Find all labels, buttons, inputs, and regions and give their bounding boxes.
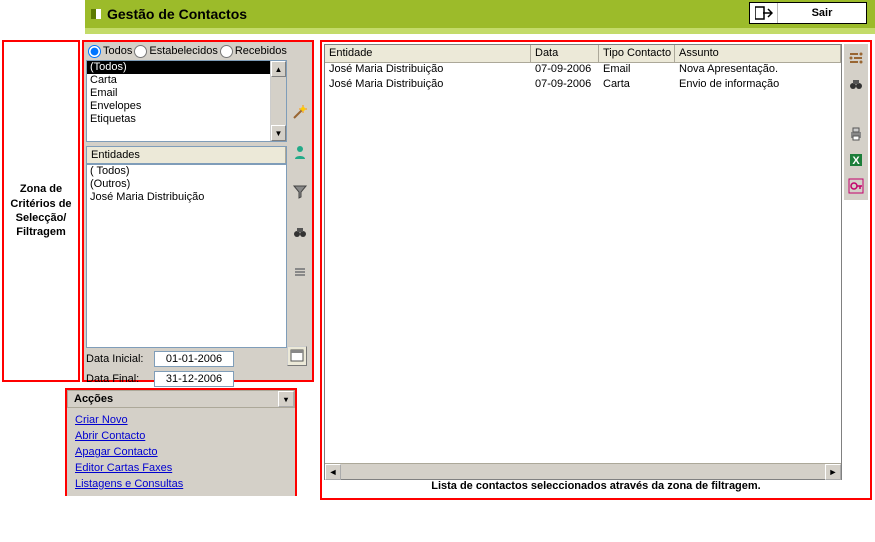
annotation-results-caption: Lista de contactos seleccionados através… [322, 480, 870, 496]
annotation-filter-zone: Zona de Critérios de Selecção/ Filtragem [2, 40, 80, 382]
table-row[interactable]: José Maria Distribuição 07-09-2006 Carta… [325, 78, 841, 93]
radio-todos[interactable]: Todos [88, 45, 132, 58]
date-initial-row: Data Inicial: [86, 350, 287, 368]
scroll-left-icon[interactable]: ◄ [325, 464, 341, 480]
tipos-listbox[interactable]: (Todos) Carta Email Envelopes Etiquetas … [86, 60, 287, 142]
print-icon[interactable] [846, 124, 866, 144]
calendar-icon [290, 348, 304, 365]
action-apagar-contacto[interactable]: Apagar Contacto [75, 444, 287, 460]
col-data[interactable]: Data [531, 45, 599, 62]
action-criar-novo[interactable]: Criar Novo [75, 412, 287, 428]
list-item[interactable]: Envelopes [87, 100, 286, 113]
actions-collapse-button[interactable]: ▾ [278, 391, 294, 407]
binoculars-icon[interactable] [290, 222, 310, 242]
exit-label: Sair [778, 7, 866, 19]
results-grid: Entidade Data Tipo Contacto Assunto José… [324, 44, 842, 480]
date-initial-input[interactable] [154, 351, 234, 367]
filter-radios: Todos Estabelecidos Recebidos [86, 42, 287, 60]
list-item[interactable]: (Outros) [87, 178, 286, 191]
filter-icon-column [290, 102, 310, 282]
date-final-input[interactable] [154, 371, 234, 387]
radio-estabelecidos[interactable]: Estabelecidos [134, 45, 218, 58]
bars-icon[interactable] [290, 262, 310, 282]
actions-panel: Acções ▾ Criar Novo Abrir Contacto Apaga… [65, 388, 297, 496]
list-item[interactable]: Carta [87, 74, 286, 87]
col-entidade[interactable]: Entidade [325, 45, 531, 62]
results-panel: Entidade Data Tipo Contacto Assunto José… [320, 40, 872, 500]
list-item[interactable]: ( Todos) [87, 165, 286, 178]
action-listagens[interactable]: Listagens e Consultas [75, 476, 287, 492]
list-item[interactable]: (Todos) [87, 61, 286, 74]
filter-panel: Todos Estabelecidos Recebidos (Todos) Ca… [82, 40, 314, 382]
horizontal-scrollbar[interactable]: ◄ ► [325, 463, 841, 479]
list-item[interactable]: Etiquetas [87, 113, 286, 126]
grid-header: Entidade Data Tipo Contacto Assunto [325, 45, 841, 63]
key-icon[interactable] [846, 176, 866, 196]
list-item[interactable]: José Maria Distribuição [87, 191, 286, 204]
calendar-button[interactable] [287, 346, 307, 366]
date-initial-label: Data Inicial: [86, 353, 150, 365]
date-final-row: Data Final: [86, 370, 287, 388]
title-bullet-icon [91, 9, 101, 19]
results-icon-column: X [844, 44, 868, 200]
scroll-right-icon[interactable]: ► [825, 464, 841, 480]
entidades-listbox[interactable]: ( Todos) (Outros) José Maria Distribuiçã… [86, 164, 287, 348]
page-title: Gestão de Contactos [107, 6, 247, 22]
col-assunto[interactable]: Assunto [675, 45, 841, 62]
svg-text:X: X [852, 155, 860, 167]
actions-header: Acções ▾ [67, 390, 295, 408]
action-abrir-contacto[interactable]: Abrir Contacto [75, 428, 287, 444]
action-editor-cartas[interactable]: Editor Cartas Faxes [75, 460, 287, 476]
radio-recebidos[interactable]: Recebidos [220, 45, 287, 58]
binoculars-icon[interactable] [846, 74, 866, 94]
settings-icon[interactable] [846, 48, 866, 68]
excel-icon[interactable]: X [846, 150, 866, 170]
filter-icon[interactable] [290, 182, 310, 202]
date-final-label: Data Final: [86, 373, 150, 385]
table-row[interactable]: José Maria Distribuição 07-09-2006 Email… [325, 63, 841, 78]
person-icon[interactable] [290, 142, 310, 162]
exit-icon [750, 3, 778, 23]
scroll-up-icon[interactable]: ▲ [271, 61, 286, 77]
scrollbar[interactable]: ▲ ▼ [270, 61, 286, 141]
list-item[interactable]: Email [87, 87, 286, 100]
col-tipo[interactable]: Tipo Contacto [599, 45, 675, 62]
entidades-header: Entidades [86, 146, 287, 164]
green-strip [85, 28, 875, 34]
grid-body: José Maria Distribuição 07-09-2006 Email… [325, 63, 841, 93]
exit-button[interactable]: Sair [749, 2, 867, 24]
wand-icon[interactable] [290, 102, 310, 122]
scroll-down-icon[interactable]: ▼ [271, 125, 286, 141]
title-bar: Gestão de Contactos Sair [85, 0, 875, 28]
